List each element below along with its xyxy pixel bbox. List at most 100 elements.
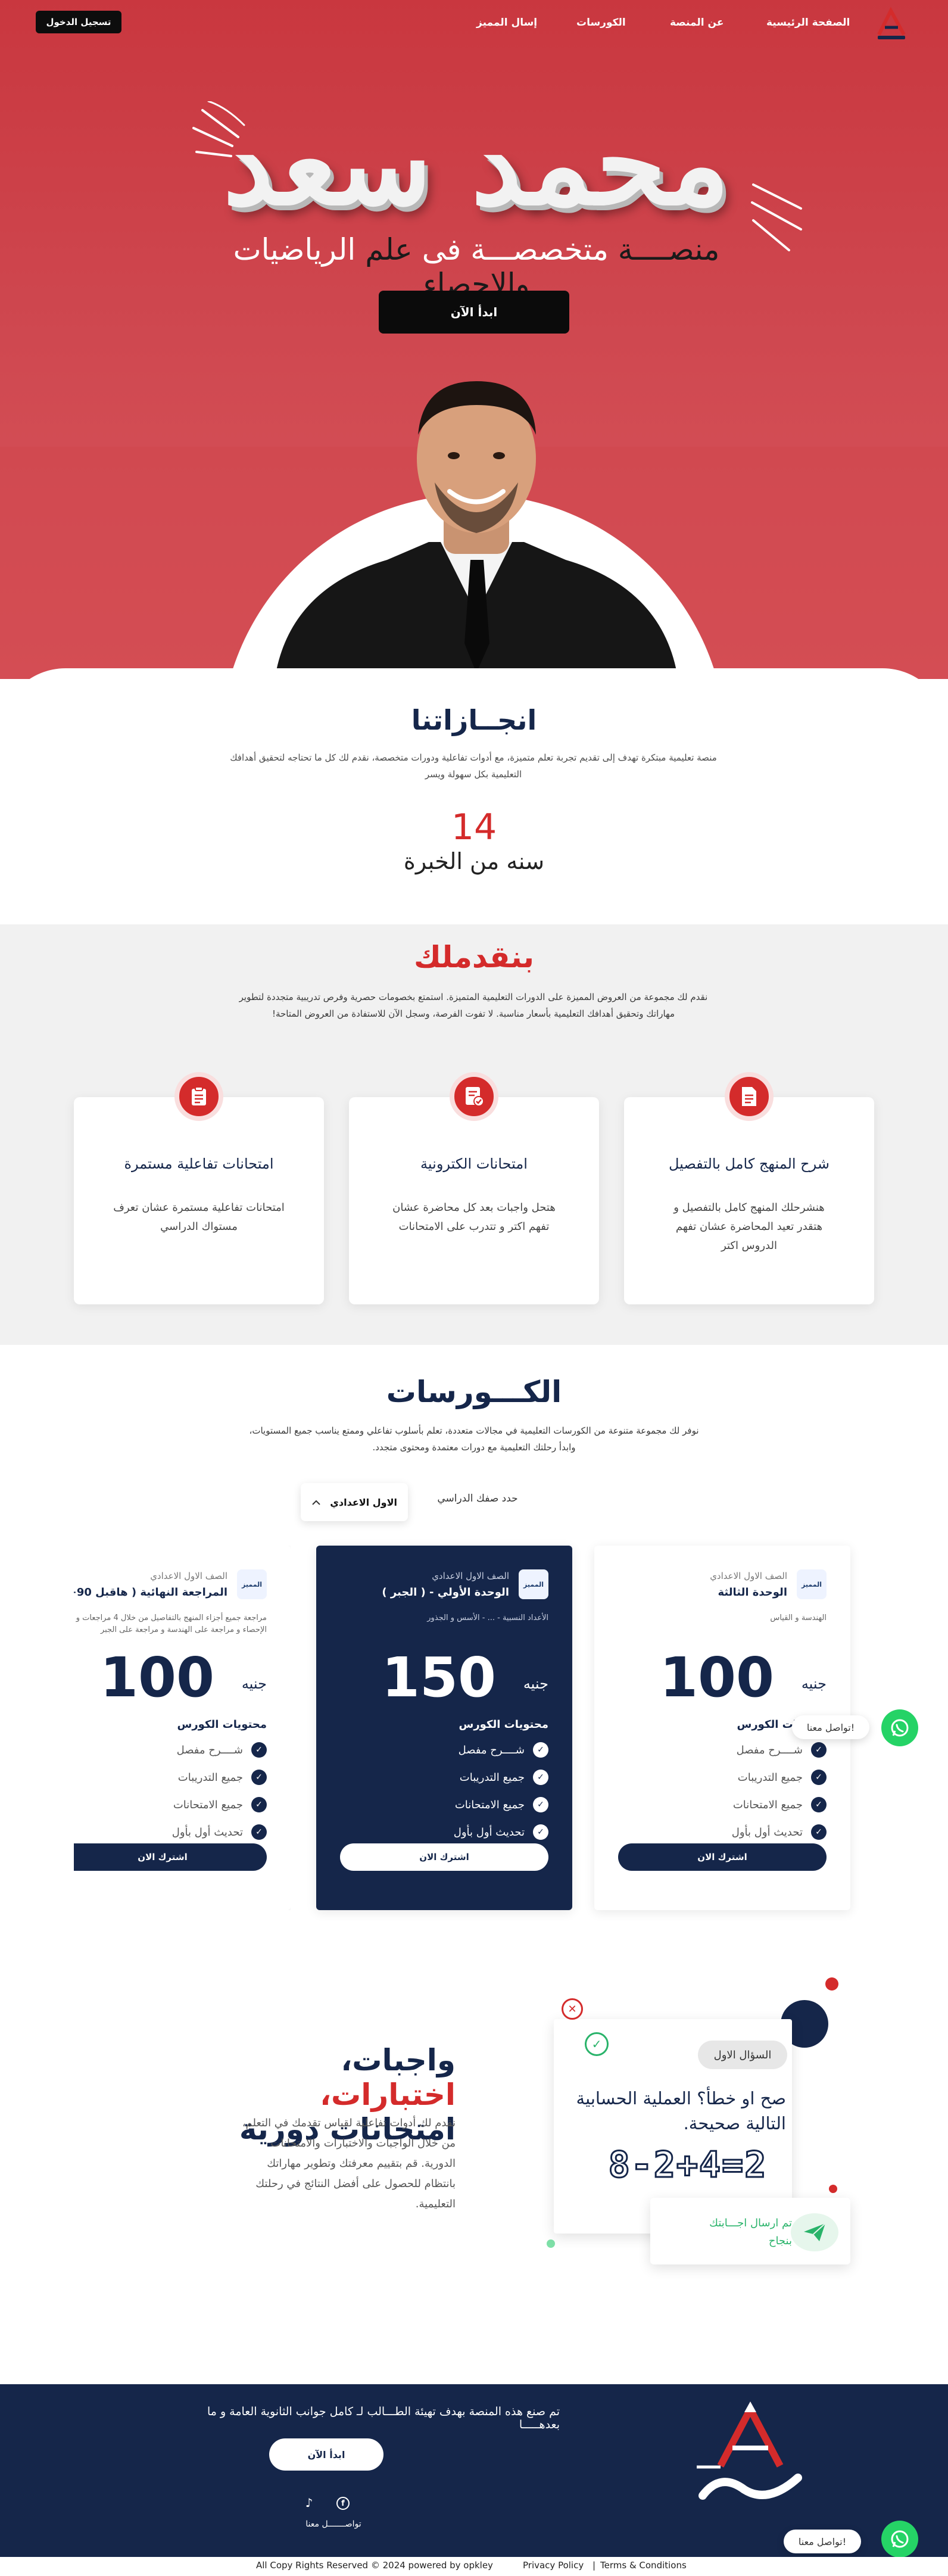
feature-title-curriculum: شرح المنهج كامل بالتفصيل: [668, 1155, 830, 1172]
courses-description: نوفر لك مجموعة متنوعة من الكورسات التعلي…: [249, 1425, 699, 1453]
decor-dot-red: [825, 1977, 838, 1991]
feature-desc-online-exams: هتحل واجبات بعد كل محاضرة عشان تفهم اكتر…: [392, 1201, 556, 1233]
nav-link-courses[interactable]: الكورسات: [576, 17, 626, 29]
document-icon: [725, 1072, 774, 1121]
course-topics: مراجعة جميع أجزاء المنهج بالتفاصيل من خل…: [76, 1613, 267, 1634]
course-unit-title: الوحدة الثالثة: [718, 1586, 787, 1599]
quiz-question-text: صح او خطأ؟ العملية الحسابية التالية صحيح…: [576, 2088, 786, 2133]
course-feature-item: ✓ جميع التدريبات: [738, 1770, 827, 1785]
check-icon: ✓: [251, 1742, 267, 1758]
clipboard-icon: [174, 1072, 223, 1121]
hero-subtitle-part3: علم: [365, 232, 413, 267]
course-feature-item: ✓ تحديث أول بأول: [732, 1824, 827, 1840]
check-icon: ✓: [251, 1824, 267, 1840]
course-feature-item: ✓ جميع الامتحانات: [733, 1797, 827, 1812]
course-thumbnail: المميز: [519, 1569, 548, 1599]
quiz-equation: 8-2+4=2: [607, 2144, 768, 2187]
terms-link[interactable]: Terms & Conditions: [600, 2560, 687, 2571]
check-icon: ✓: [811, 1797, 827, 1812]
check-icon: ✓: [251, 1770, 267, 1785]
footer-text: تم صنع هذه المنصة بهدف تهيئة الطـــالب ل…: [207, 2405, 560, 2431]
course-feature-item: ✓ جميع الامتحانات: [455, 1797, 548, 1812]
whatsapp-bubble[interactable]: تواصل معنا!: [784, 2530, 861, 2553]
course-thumbnail: المميز: [237, 1569, 267, 1599]
homework-title-part1: واجبات،: [341, 2043, 456, 2077]
feature-desc-curriculum: هنشرحلك المنهج كامل بالتفصيل و هتقدر تعي…: [673, 1201, 825, 1252]
check-icon: ✓: [251, 1797, 267, 1812]
hero-subtitle: منصــــة متخصصـــة فى علم الرياضيات والإ…: [179, 232, 774, 301]
whatsapp-icon[interactable]: [881, 1709, 918, 1746]
facebook-icon[interactable]: f: [336, 2497, 350, 2510]
nav-link-home[interactable]: الصفحة الرئيسية: [766, 17, 850, 29]
nav-link-almomayaz[interactable]: إسال المميز: [476, 17, 537, 29]
tiktok-icon[interactable]: ♪: [303, 2496, 316, 2511]
course-unit-title: الوحدة الأولي - ( الجبر ): [382, 1586, 509, 1599]
experience-years-number: 14: [451, 806, 497, 848]
privacy-policy-link[interactable]: Privacy Policy: [523, 2560, 584, 2571]
course-feature-item: ✓ جميع التدريبات: [178, 1770, 267, 1785]
check-icon: ✓: [811, 1742, 827, 1758]
answer-sent-text: تم ارسال اجـــابتك بنجاح: [709, 2217, 792, 2247]
hero-subtitle-part2: متخصصـــة فى: [422, 232, 609, 267]
subscribe-button[interactable]: اشترك الان: [340, 1843, 548, 1871]
check-icon: ✓: [811, 1824, 827, 1840]
whatsapp-bubble[interactable]: تواصل معنا!: [792, 1715, 869, 1739]
wrong-answer-icon[interactable]: ✕: [562, 1998, 583, 2020]
whatsapp-icon[interactable]: [881, 2521, 918, 2558]
correct-answer-icon[interactable]: ✓: [585, 2032, 609, 2056]
homework-title-part2: اختبارات،: [320, 2077, 456, 2112]
login-button[interactable]: تسجيل الدخول: [36, 11, 121, 33]
course-price: 100: [659, 1646, 774, 1709]
courses-title: الكـــورسات: [386, 1375, 562, 1409]
footer-logo[interactable]: [685, 2400, 816, 2513]
hero-section: محمد سعد منصــــة متخصصـــة فى علم الريا…: [0, 0, 948, 679]
course-price: 100: [99, 1646, 214, 1709]
grade-select[interactable]: الاول الاعدادي: [301, 1483, 408, 1521]
course-content-title: محتويات الكورس: [177, 1718, 267, 1731]
check-icon: ✓: [533, 1742, 548, 1758]
homework-description: نقدم لك أدوات تفاعلية لقياس تقدمك في الت…: [242, 2117, 456, 2210]
course-grade: الصف الاول الاعدادي: [150, 1571, 227, 1581]
exam-check-icon: [450, 1072, 498, 1121]
course-content-title: محتويات الكورس: [459, 1718, 548, 1731]
course-card-unit-1: المميز الصف الاول الاعدادي الوحدة الأولي…: [316, 1546, 572, 1910]
subscribe-button[interactable]: اشترك الان: [74, 1843, 267, 1871]
course-card-final-review: المميز الصف الاول الاعدادي المراجعة النه…: [74, 1546, 291, 1910]
experience-years-label: سنه من الخبرة: [403, 848, 545, 874]
instructor-portrait: [275, 381, 678, 679]
course-feature-item: ✓ تحديث أول بأول: [454, 1824, 548, 1840]
course-price: 150: [381, 1646, 496, 1709]
course-feature-item: ✓ جميع التدريبات: [460, 1770, 548, 1785]
site-logo[interactable]: [871, 5, 912, 43]
offers-description: نقدم لك مجموعة من العروض المميزة على الد…: [239, 992, 708, 1019]
course-card-clip: المميز الصف الاول الاعدادي المراجعة النه…: [74, 1546, 291, 1910]
course-feature-item: ✓ جميع الامتحانات: [173, 1797, 267, 1812]
achievements-title: انجــازاتنا: [411, 704, 537, 736]
copyright-text: All Copy Rights Reserved © 2024 powered …: [256, 2560, 493, 2571]
course-unit-title: المراجعة النهائية ( هاقبل 90+: [74, 1586, 227, 1599]
chevron-up-icon: [311, 1497, 321, 1508]
offers-title: بنقدملك: [414, 940, 534, 974]
course-feature-item: ✓ شــــرح مفصل: [459, 1742, 548, 1758]
quiz-question-tag: السؤال الاول: [698, 2041, 787, 2069]
nav-link-about[interactable]: عن المنصة: [670, 17, 724, 29]
course-feature-item: ✓ تحديث أول بأول: [172, 1824, 267, 1840]
decor-dot-red: [829, 2185, 837, 2193]
check-icon: ✓: [533, 1770, 548, 1785]
course-feature-item: ✓ شــــرح مفصل: [177, 1742, 267, 1758]
hero-start-button[interactable]: ابدأ الآن: [379, 291, 569, 334]
course-feature-item: ✓ شــــرح مفصل: [737, 1742, 827, 1758]
footer-contact-label: تواصـــــــل معنا: [305, 2519, 361, 2529]
grade-select-label: حدد صفك الدراسي: [437, 1493, 518, 1505]
hero-subtitle-part4: الرياضيات: [233, 232, 356, 267]
course-thumbnail: المميز: [797, 1569, 827, 1599]
grade-select-value: الاول الاعدادي: [330, 1496, 397, 1508]
footer-link-separator: |: [592, 2560, 596, 2571]
feature-title-online-exams: امتحانات الكترونية: [420, 1155, 528, 1172]
paper-plane-icon: [791, 2213, 838, 2251]
subscribe-button[interactable]: اشترك الان: [618, 1843, 827, 1871]
course-grade: الصف الاول الاعدادي: [432, 1571, 509, 1581]
course-topics: الهندسة و القياس: [770, 1613, 827, 1622]
footer-start-button[interactable]: ابدأ الآن: [269, 2438, 383, 2471]
course-topics: الأعداد النسبية - ... - الأسس و الجذور: [427, 1613, 548, 1622]
